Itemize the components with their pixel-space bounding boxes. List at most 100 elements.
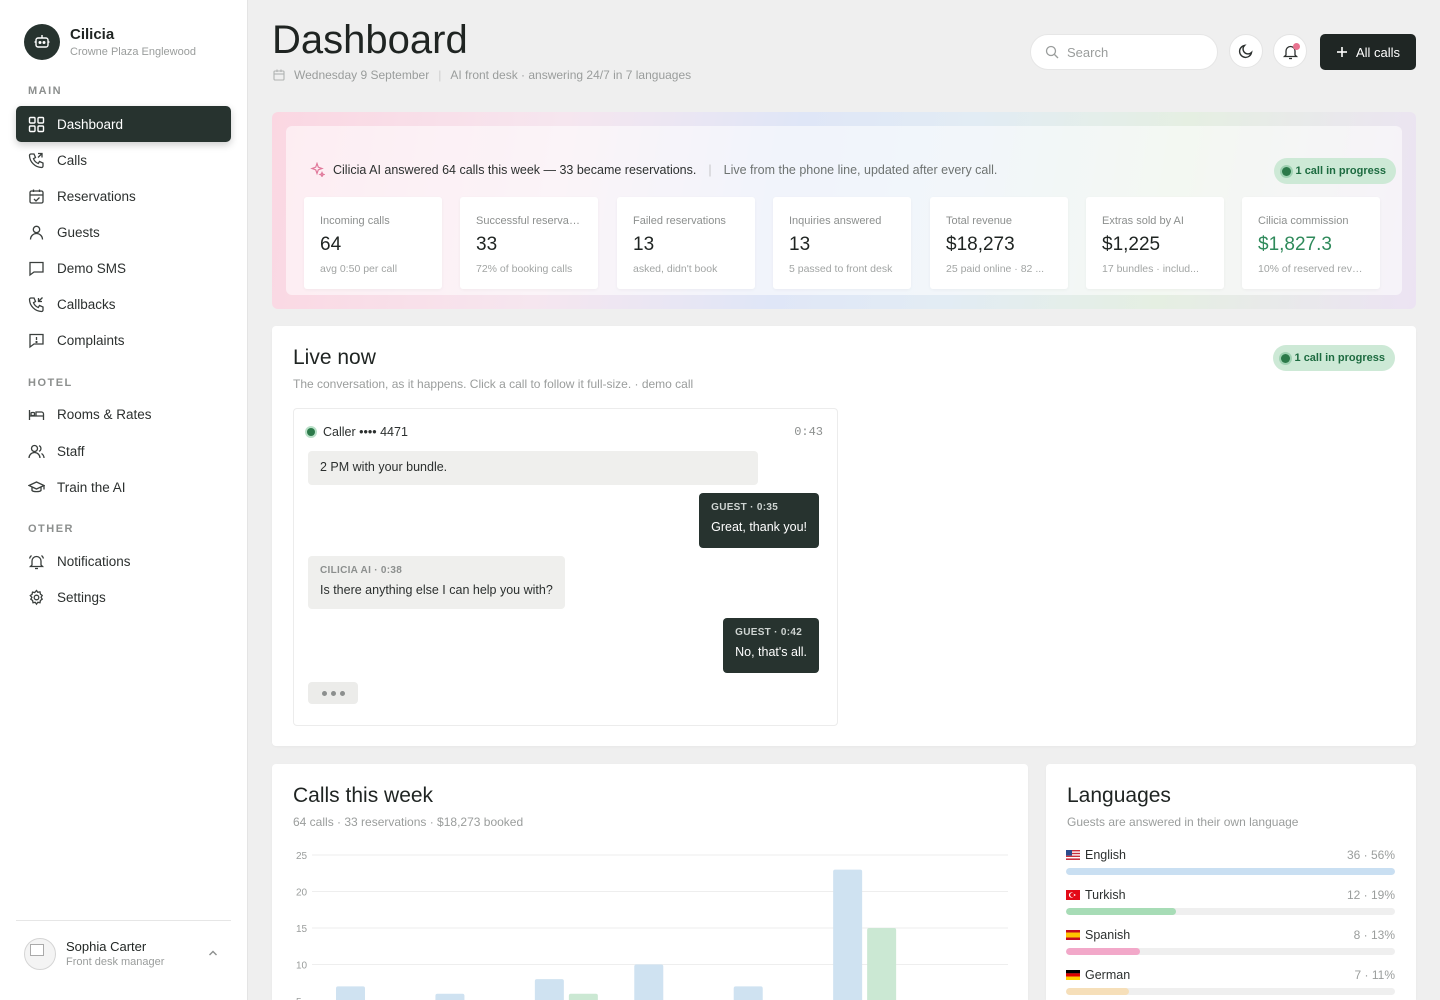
calls-bar-chart: 510152025 (296, 851, 1008, 1000)
language-bar (1066, 988, 1395, 995)
alert-message-icon (29, 333, 44, 348)
sidebar-item-guests[interactable]: Guests (16, 214, 231, 250)
calendar-check-icon (29, 189, 44, 204)
stat-card-failed-reservations[interactable]: Failed reservations 13 asked, didn't boo… (617, 197, 755, 289)
theme-toggle-button[interactable] (1229, 34, 1263, 68)
chart-bar[interactable] (534, 979, 564, 1000)
language-count: 8 · 13% (1353, 928, 1395, 942)
typing-indicator (308, 682, 358, 704)
languages-card: Languages Guests are answered in their o… (1046, 764, 1416, 1000)
stat-card-commission[interactable]: Cilicia commission $1,827.3 10% of reser… (1242, 197, 1380, 289)
brand[interactable]: Cilicia Crowne Plaza Englewood (24, 24, 196, 60)
hotel-name: Crowne Plaza Englewood (70, 46, 196, 58)
section-hotel: HOTEL (28, 377, 73, 389)
sidebar-item-label: Notifications (57, 553, 131, 569)
live-note: Live from the phone line, updated after … (723, 162, 998, 177)
chart-bar[interactable] (733, 986, 763, 1000)
stat-card-incoming-calls[interactable]: Incoming calls 64 avg 0:50 per call (304, 197, 442, 289)
language-bar (1066, 908, 1395, 915)
sidebar-item-label: Staff (57, 443, 85, 459)
sidebar-item-callbacks[interactable]: Callbacks (16, 286, 231, 322)
chart-bar[interactable] (867, 928, 897, 1000)
es-flag-icon (1066, 930, 1080, 940)
stat-note: 25 paid online · 82 ... (946, 263, 1045, 275)
language-label: Spanish (1085, 928, 1131, 942)
chart-bar[interactable] (336, 986, 365, 1000)
stat-label: Cilicia commission (1258, 215, 1349, 227)
divider: | (708, 162, 712, 177)
graduation-cap-icon (28, 480, 45, 492)
live-dot-icon (1281, 166, 1291, 176)
weekly-summary-banner: Cilicia AI answered 64 calls this week —… (272, 112, 1416, 309)
live-now-card: Live now The conversation, as it happens… (272, 326, 1416, 746)
caller-info: Caller •••• 4471 (307, 425, 408, 439)
languages-subtitle: Guests are answered in their own languag… (1067, 815, 1299, 829)
sidebar-item-rooms-rates[interactable]: Rooms & Rates (16, 396, 231, 432)
grid-icon (28, 116, 45, 132)
sidebar-item-dashboard[interactable]: Dashboard (16, 106, 231, 142)
stat-value: 13 (789, 234, 811, 255)
chart-bar[interactable] (833, 869, 863, 1000)
search-placeholder: Search (1067, 44, 1109, 60)
language-bar-fill (1066, 988, 1129, 995)
chart-bar[interactable] (435, 993, 465, 1000)
live-dot-icon (307, 428, 315, 436)
us-flag-icon (1066, 850, 1080, 860)
sidebar-item-label: Dashboard (57, 116, 124, 132)
y-tick-label: 15 (296, 924, 308, 935)
stat-note: 10% of reserved revenue (1258, 263, 1364, 275)
sidebar-item-label: Rooms & Rates (57, 406, 152, 422)
calls-week-card: Calls this week 64 calls · 33 reservatio… (272, 764, 1028, 1000)
y-tick-label: 20 (296, 888, 308, 899)
typing-dot (321, 690, 327, 696)
stat-note: 72% of booking calls (476, 263, 573, 275)
sidebar-item-demo-sms[interactable]: Demo SMS (16, 250, 231, 286)
message-meta: GUEST · 0:35 (711, 502, 779, 513)
stat-card-inquiries-answered[interactable]: Inquiries answered 13 5 passed to front … (773, 197, 911, 289)
stat-card-extras-sold[interactable]: Extras sold by AI $1,225 17 bundles · in… (1086, 197, 1224, 289)
language-row-german[interactable]: German 7 · 11% (1066, 968, 1395, 995)
language-bar-fill (1066, 868, 1395, 875)
notifications-button[interactable] (1273, 34, 1307, 68)
page-title: Dashboard (272, 18, 468, 62)
language-row-spanish[interactable]: Spanish 8 · 13% (1066, 928, 1395, 955)
sidebar-item-reservations[interactable]: Reservations (16, 178, 231, 214)
stat-value: 33 (476, 234, 498, 255)
language-label: Turkish (1085, 888, 1126, 902)
live-now-subtitle: The conversation, as it happens. Click a… (293, 377, 694, 391)
badge-label: 1 call in progress (1295, 165, 1386, 177)
search-input[interactable]: Search (1030, 34, 1218, 70)
language-row-english[interactable]: English 36 · 56% (1066, 848, 1395, 875)
divider: | (438, 68, 442, 82)
live-now-title: Live now (293, 346, 376, 369)
stat-card-total-revenue[interactable]: Total revenue $18,273 25 paid online · 8… (930, 197, 1068, 289)
avatar (24, 937, 56, 970)
stat-note: 5 passed to front desk (789, 263, 893, 275)
all-calls-button[interactable]: All calls (1320, 34, 1416, 70)
sidebar-item-label: Reservations (57, 188, 136, 204)
stat-card-successful-reservations[interactable]: Successful reservations 33 72% of bookin… (460, 197, 598, 289)
user-menu[interactable]: Sophia Carter Front desk manager (16, 920, 231, 986)
sidebar-item-settings[interactable]: Settings (16, 579, 231, 615)
stat-label: Failed reservations (633, 215, 726, 227)
sidebar-item-notifications[interactable]: Notifications (16, 543, 231, 579)
sidebar-item-calls[interactable]: Calls (16, 142, 231, 178)
phone-icon (28, 152, 44, 168)
sidebar-item-label: Callbacks (57, 296, 116, 312)
live-conversation[interactable]: Caller •••• 4471 0:43 2 PM with your bun… (293, 408, 838, 726)
language-row-turkish[interactable]: Turkish 12 · 19% (1066, 888, 1395, 915)
stat-value: $1,225 (1102, 234, 1161, 255)
message-text: Great, thank you! (711, 520, 807, 534)
bell-icon (28, 554, 45, 569)
sidebar-item-label: Calls (57, 152, 88, 168)
sidebar-item-staff[interactable]: Staff (16, 433, 231, 469)
robot-logo-icon (24, 24, 60, 60)
status-badge: 1 call in progress (1272, 345, 1395, 371)
chart-bar[interactable] (634, 964, 664, 1000)
chart-bar[interactable] (568, 993, 598, 1000)
summary-panel: Cilicia AI answered 64 calls this week —… (286, 126, 1402, 295)
stat-value: $18,273 (946, 234, 1015, 255)
sidebar-item-train-ai[interactable]: Train the AI (16, 469, 231, 505)
user-role: Front desk manager (66, 956, 165, 968)
sidebar-item-complaints[interactable]: Complaints (16, 322, 231, 358)
